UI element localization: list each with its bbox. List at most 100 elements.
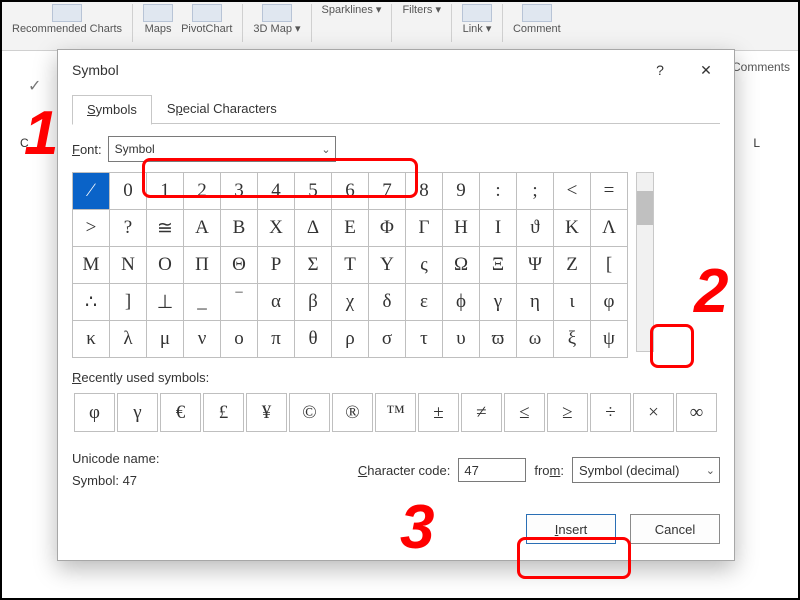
symbol-cell[interactable]: Θ — [221, 247, 258, 284]
symbol-cell[interactable]: Φ — [369, 210, 406, 247]
grid-scrollbar[interactable] — [636, 172, 654, 352]
symbol-cell[interactable]: ρ — [332, 321, 369, 358]
recent-symbol-cell[interactable]: ∞ — [676, 393, 717, 432]
symbol-cell[interactable]: ⊥ — [147, 284, 184, 321]
symbol-cell[interactable]: ∕ — [73, 173, 110, 210]
close-button[interactable]: ✕ — [684, 55, 728, 85]
recent-symbol-cell[interactable]: φ — [74, 393, 115, 432]
recent-symbol-cell[interactable]: ™ — [375, 393, 416, 432]
symbol-cell[interactable]: Ζ — [554, 247, 591, 284]
symbol-cell[interactable]: α — [258, 284, 295, 321]
symbol-cell[interactable]: Η — [443, 210, 480, 247]
symbol-cell[interactable]: 3 — [221, 173, 258, 210]
symbol-cell[interactable]: ∴ — [73, 284, 110, 321]
symbol-cell[interactable]: β — [295, 284, 332, 321]
symbol-cell[interactable]: κ — [73, 321, 110, 358]
ribbon-group-comment[interactable]: Comment — [513, 4, 561, 35]
symbol-cell[interactable]: φ — [591, 284, 628, 321]
insert-button[interactable]: Insert — [526, 514, 616, 544]
symbol-cell[interactable]: 1 — [147, 173, 184, 210]
symbol-cell[interactable]: ϕ — [443, 284, 480, 321]
symbol-cell[interactable]: Ψ — [517, 247, 554, 284]
symbol-cell[interactable]: Α — [184, 210, 221, 247]
recent-symbol-cell[interactable]: × — [633, 393, 674, 432]
ribbon-group-3dmap[interactable]: 3D Map ▾ — [253, 4, 300, 35]
tab-symbols[interactable]: Symbols — [72, 95, 152, 125]
symbol-cell[interactable]: δ — [369, 284, 406, 321]
symbol-cell[interactable]: 4 — [258, 173, 295, 210]
symbol-cell[interactable]: Τ — [332, 247, 369, 284]
symbol-cell[interactable]: Ρ — [258, 247, 295, 284]
symbol-cell[interactable]: Π — [184, 247, 221, 284]
ribbon-group-sparklines[interactable]: Sparklines ▾ — [322, 4, 382, 16]
symbol-cell[interactable]: _ — [184, 284, 221, 321]
recent-symbol-cell[interactable]: ≤ — [504, 393, 545, 432]
symbol-cell[interactable]: Κ — [554, 210, 591, 247]
help-button[interactable]: ? — [638, 55, 682, 85]
symbol-cell[interactable]: Σ — [295, 247, 332, 284]
symbol-cell[interactable]: > — [73, 210, 110, 247]
symbol-cell[interactable]: 2 — [184, 173, 221, 210]
symbol-cell[interactable]: 5 — [295, 173, 332, 210]
recent-symbol-cell[interactable]: ± — [418, 393, 459, 432]
symbol-cell[interactable]: = — [591, 173, 628, 210]
symbol-cell[interactable]: 0 — [110, 173, 147, 210]
symbol-cell[interactable]: Ξ — [480, 247, 517, 284]
recent-symbol-cell[interactable]: ® — [332, 393, 373, 432]
ribbon-group-link[interactable]: Link ▾ — [462, 4, 492, 35]
symbol-cell[interactable]: ο — [221, 321, 258, 358]
recent-symbol-cell[interactable]: ¥ — [246, 393, 287, 432]
symbol-cell[interactable]: Ο — [147, 247, 184, 284]
formula-accept-icon[interactable]: ✓ — [28, 76, 41, 96]
symbol-cell[interactable]: Γ — [406, 210, 443, 247]
recent-symbol-cell[interactable]: © — [289, 393, 330, 432]
scrollbar-thumb[interactable] — [637, 191, 653, 225]
symbol-cell[interactable]: ϑ — [517, 210, 554, 247]
symbol-cell[interactable]: ε — [406, 284, 443, 321]
symbol-cell[interactable]: σ — [369, 321, 406, 358]
recent-symbol-cell[interactable]: ≠ — [461, 393, 502, 432]
symbol-cell[interactable]: ≅ — [147, 210, 184, 247]
symbol-cell[interactable]: η — [517, 284, 554, 321]
symbol-cell[interactable]: π — [258, 321, 295, 358]
recent-symbol-cell[interactable]: ÷ — [590, 393, 631, 432]
symbol-cell[interactable]: Β — [221, 210, 258, 247]
symbol-cell[interactable]: ] — [110, 284, 147, 321]
symbol-cell[interactable]: 6 — [332, 173, 369, 210]
symbol-cell[interactable]: γ — [480, 284, 517, 321]
tab-special-characters[interactable]: Special Characters — [152, 94, 292, 124]
recent-symbol-cell[interactable]: ≥ — [547, 393, 588, 432]
character-code-input[interactable]: 47 — [458, 458, 526, 482]
from-combobox[interactable]: Symbol (decimal) ⌄ — [572, 457, 720, 483]
symbol-cell[interactable]: Χ — [258, 210, 295, 247]
symbol-cell[interactable]: λ — [110, 321, 147, 358]
ribbon-group-filters[interactable]: Filters ▾ — [402, 4, 441, 16]
symbol-cell[interactable]: 8 — [406, 173, 443, 210]
recent-symbols-grid[interactable]: φγ€£¥©®™±≠≤≥÷×∞ — [72, 391, 719, 434]
symbol-cell[interactable]: ν — [184, 321, 221, 358]
symbol-cell[interactable]: χ — [332, 284, 369, 321]
ribbon-group-pivotchart[interactable]: PivotChart — [181, 4, 232, 35]
cancel-button[interactable]: Cancel — [630, 514, 720, 544]
symbol-cell[interactable]: Υ — [369, 247, 406, 284]
symbol-cell[interactable]: Ι — [480, 210, 517, 247]
recent-symbol-cell[interactable]: € — [160, 393, 201, 432]
symbol-cell[interactable]: Ε — [332, 210, 369, 247]
symbol-cell[interactable]: : — [480, 173, 517, 210]
font-combobox[interactable]: Symbol ⌄ — [108, 136, 336, 162]
symbol-cell[interactable]: ω — [517, 321, 554, 358]
symbol-grid[interactable]: ∕0123456789:;<=>?≅ΑΒΧΔΕΦΓΗΙϑΚΛΜΝΟΠΘΡΣΤΥς… — [72, 172, 628, 358]
symbol-cell[interactable]: μ — [147, 321, 184, 358]
symbol-cell[interactable]: [ — [591, 247, 628, 284]
symbol-cell[interactable]: ; — [517, 173, 554, 210]
symbol-cell[interactable]: θ — [295, 321, 332, 358]
symbol-cell[interactable]: ι — [554, 284, 591, 321]
symbol-cell[interactable]: υ — [443, 321, 480, 358]
symbol-cell[interactable]: Ν — [110, 247, 147, 284]
symbol-cell[interactable]: 9 — [443, 173, 480, 210]
symbol-cell[interactable]: Λ — [591, 210, 628, 247]
recent-symbol-cell[interactable]: £ — [203, 393, 244, 432]
symbol-cell[interactable]: ψ — [591, 321, 628, 358]
symbol-cell[interactable]: Μ — [73, 247, 110, 284]
symbol-cell[interactable]: ? — [110, 210, 147, 247]
